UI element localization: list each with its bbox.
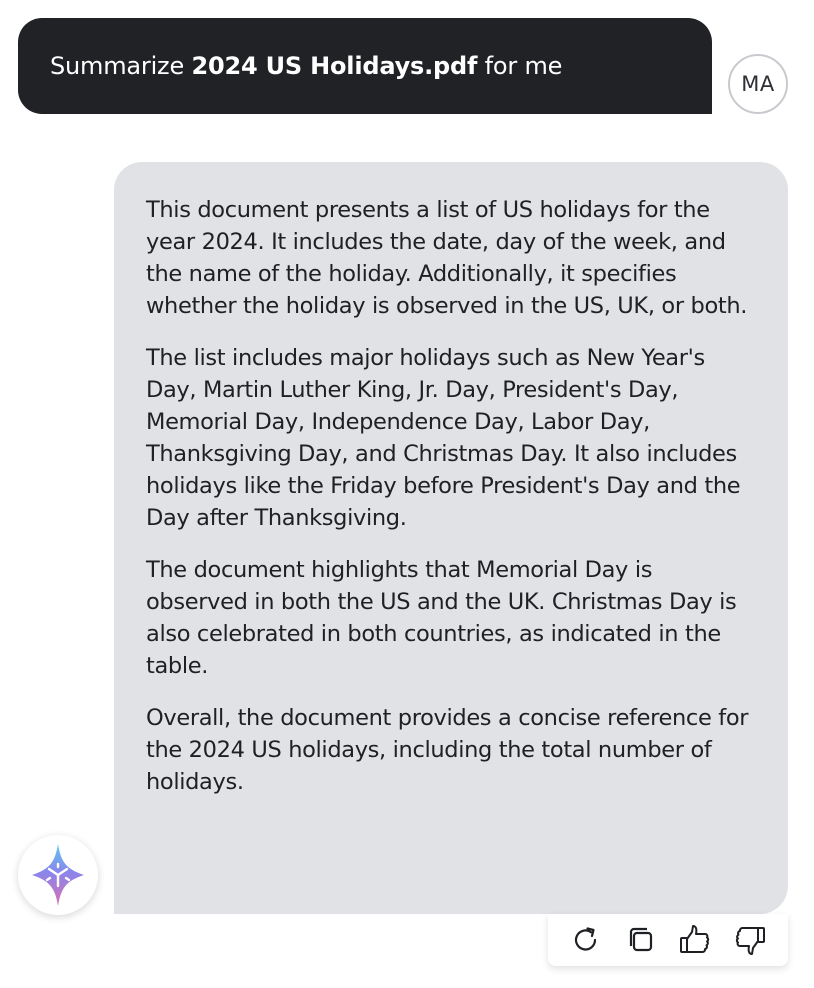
user-message-bubble: Summarize 2024 US Holidays.pdf for me bbox=[18, 18, 712, 114]
message-actions-toolbar bbox=[548, 914, 788, 966]
assistant-message-bubble: This document presents a list of US holi… bbox=[114, 162, 788, 914]
assistant-paragraph-1: This document presents a list of US holi… bbox=[146, 197, 748, 319]
sparkle-star-icon bbox=[32, 844, 84, 906]
user-message-suffix: for me bbox=[477, 52, 563, 80]
thumbs-down-icon bbox=[735, 927, 765, 955]
thumbs-up-button[interactable] bbox=[673, 918, 717, 962]
copy-icon bbox=[629, 927, 652, 952]
user-message-filename: 2024 US Holidays.pdf bbox=[191, 52, 478, 80]
thumbs-up-icon bbox=[680, 925, 710, 953]
assistant-paragraph-2: The list includes major holidays such as… bbox=[146, 345, 741, 531]
user-avatar[interactable]: MA bbox=[728, 54, 788, 114]
copy-button[interactable] bbox=[619, 918, 663, 962]
thumbs-down-button[interactable] bbox=[728, 918, 772, 962]
user-avatar-initials: MA bbox=[741, 72, 775, 96]
user-message-prefix: Summarize bbox=[50, 52, 192, 80]
regenerate-button[interactable] bbox=[564, 918, 608, 962]
refresh-icon bbox=[575, 927, 597, 951]
assistant-paragraph-4: Overall, the document provides a concise… bbox=[146, 705, 749, 795]
assistant-paragraph-3: The document highlights that Memorial Da… bbox=[146, 557, 737, 679]
assistant-avatar bbox=[18, 835, 98, 915]
chat-view: Summarize 2024 US Holidays.pdf for me MA… bbox=[0, 0, 814, 988]
